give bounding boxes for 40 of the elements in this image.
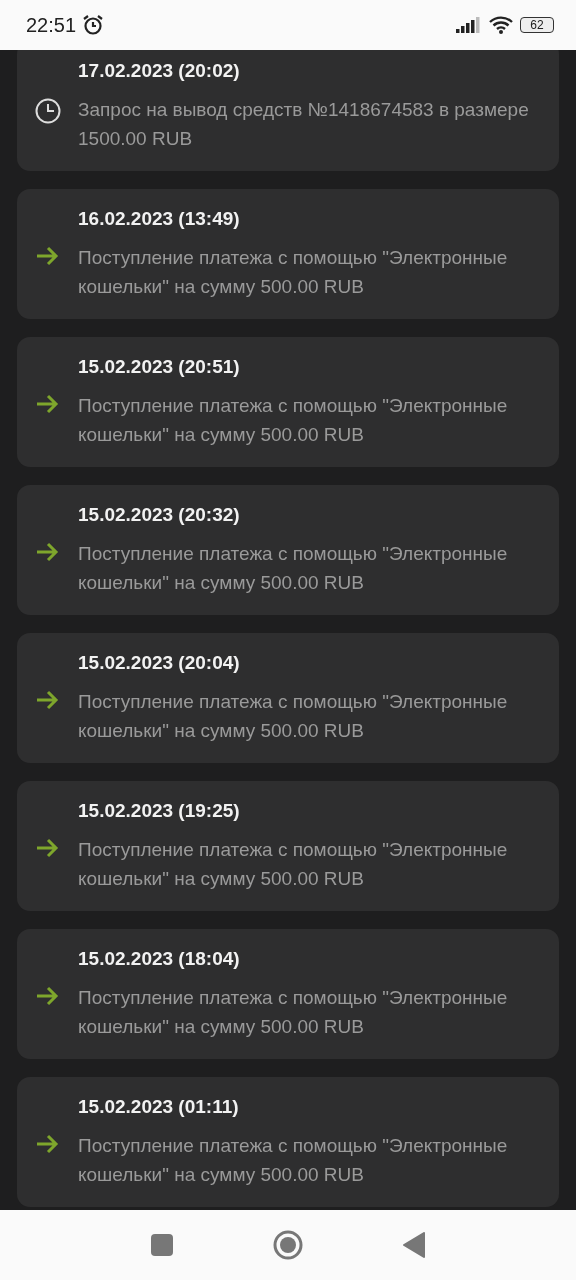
- transaction-date: 15.02.2023 (20:04): [78, 651, 241, 675]
- arrow-right-icon: [35, 1134, 59, 1154]
- arrow-right-icon: [35, 986, 59, 1006]
- arrow-right-icon: [35, 690, 59, 710]
- transaction-description: Запрос на вывод средств №1418674583 в размере 1500.00 RUB: [78, 98, 530, 151]
- transaction-card[interactable]: 15.02.2023 (20:51) Поступление платежа с помощью "Электронные кошельки" на сумму 500.00 RUB: [17, 337, 559, 467]
- transaction-date: 15.02.2023 (01:11): [78, 1095, 240, 1119]
- transaction-date: 15.02.2023 (19:25): [78, 799, 241, 823]
- transaction-card[interactable]: 16.02.2023 (13:49) Поступление платежа с помощью "Электронные кошельки" на сумму 500.00 RUB: [17, 189, 559, 319]
- transaction-description: Поступление платежа с помощью "Электронные кошельки" на сумму 500.00 RUB: [78, 986, 509, 1039]
- transaction-description: Поступление платежа с помощью "Электронные кошельки" на сумму 500.00 RUB: [78, 1134, 509, 1187]
- arrow-right-icon: [35, 838, 59, 858]
- transaction-card[interactable]: 15.02.2023 (20:32) Поступление платежа с помощью "Электронные кошельки" на сумму 500.00 RUB: [17, 485, 559, 615]
- transaction-date: 17.02.2023 (20:02): [78, 59, 241, 83]
- transaction-date: 15.02.2023 (18:04): [78, 947, 241, 971]
- transaction-card[interactable]: 15.02.2023 (19:25) Поступление платежа с помощью "Электронные кошельки" на сумму 500.00 RUB: [17, 781, 559, 911]
- arrow-right-icon: [35, 542, 59, 562]
- transaction-date: 15.02.2023 (20:51): [78, 355, 241, 379]
- transaction-date: 15.02.2023 (20:32): [78, 503, 241, 527]
- transaction-card[interactable]: 15.02.2023 (18:04) Поступление платежа с помощью "Электронные кошельки" на сумму 500.00 RUB: [17, 929, 559, 1059]
- alarm-icon: [82, 14, 105, 36]
- transaction-description: Поступление платежа с помощью "Электронные кошельки" на сумму 500.00 RUB: [78, 690, 509, 743]
- transaction-description: Поступление платежа с помощью "Электронные кошельки" на сумму 500.00 RUB: [78, 394, 509, 447]
- clock-icon: [35, 98, 61, 124]
- transaction-card[interactable]: 15.02.2023 (20:04) Поступление платежа с помощью "Электронные кошельки" на сумму 500.00 RUB: [17, 633, 559, 763]
- transaction-date: 16.02.2023 (13:49): [78, 207, 241, 231]
- recents-button[interactable]: [151, 1234, 173, 1256]
- back-button[interactable]: [403, 1232, 425, 1258]
- transaction-card[interactable]: 17.02.2023 (20:02) Запрос на вывод средств №1418674583 в размере 1500.00 RUB: [17, 50, 559, 171]
- transaction-description: Поступление платежа с помощью "Электронные кошельки" на сумму 500.00 RUB: [78, 542, 509, 595]
- arrow-right-icon: [35, 394, 59, 414]
- battery-indicator: 62: [520, 17, 554, 33]
- transaction-card[interactable]: 15.02.2023 (01:11) Поступление платежа с помощью "Электронные кошельки" на сумму 500.00 RUB: [17, 1077, 559, 1207]
- home-button[interactable]: [273, 1230, 303, 1260]
- transaction-description: Поступление платежа с помощью "Электронные кошельки" на сумму 500.00 RUB: [78, 838, 509, 891]
- wifi-icon: [488, 15, 514, 35]
- status-time: 22:51: [26, 13, 77, 37]
- transaction-description: Поступление платежа с помощью "Электронные кошельки" на сумму 500.00 RUB: [78, 246, 509, 299]
- signal-icon: [456, 17, 482, 33]
- arrow-right-icon: [35, 246, 59, 266]
